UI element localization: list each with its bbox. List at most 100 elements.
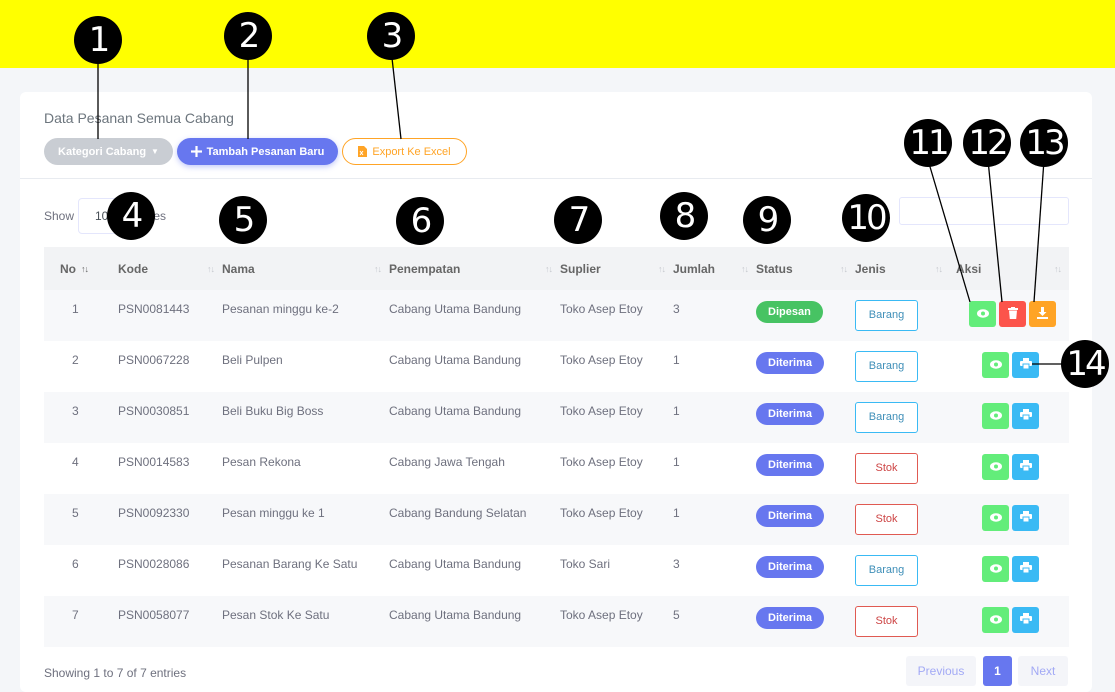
eye-icon bbox=[989, 613, 1002, 627]
cell-no: 2 bbox=[72, 353, 79, 367]
callout-marker: 4 bbox=[107, 192, 155, 240]
cell-penempatan: Cabang Bandung Selatan bbox=[389, 494, 560, 545]
pagination-page-1[interactable]: 1 bbox=[983, 656, 1012, 686]
cell-nama: Beli Buku Big Boss bbox=[222, 392, 389, 443]
print-button[interactable] bbox=[1012, 352, 1039, 378]
cell-jenis: Barang bbox=[855, 392, 950, 443]
eye-icon bbox=[976, 307, 989, 321]
jenis-badge: Barang bbox=[855, 300, 918, 331]
cell-status: Diterima bbox=[756, 443, 855, 494]
column-header-suplier[interactable]: Suplier ↑↓ bbox=[560, 247, 673, 290]
view-button[interactable] bbox=[982, 352, 1009, 378]
print-icon bbox=[1019, 409, 1032, 423]
file-excel-icon bbox=[358, 146, 368, 157]
view-button[interactable] bbox=[982, 454, 1009, 480]
cell-jenis: Stok bbox=[855, 596, 950, 647]
print-button[interactable] bbox=[1012, 454, 1039, 480]
pagination-next[interactable]: Next bbox=[1018, 656, 1068, 686]
search-input[interactable] bbox=[899, 197, 1069, 225]
export-excel-button[interactable]: Export Ke Excel bbox=[342, 138, 467, 165]
status-badge: Diterima bbox=[756, 505, 825, 527]
print-button[interactable] bbox=[1012, 505, 1039, 531]
cell-no: 5 bbox=[44, 494, 118, 545]
status-badge: Diterima bbox=[756, 454, 825, 476]
cell-status: Diterima bbox=[756, 392, 855, 443]
cell-no: 1 bbox=[44, 290, 118, 341]
callout-marker: 14 bbox=[1061, 340, 1109, 388]
show-label: Show bbox=[44, 209, 75, 223]
kategori-cabang-dropdown[interactable]: Kategori Cabang ▼ bbox=[44, 138, 173, 165]
callout-marker: 3 bbox=[367, 12, 415, 60]
status-badge: Diterima bbox=[756, 607, 825, 629]
table-row: 5 PSN0092330 Pesan minggu ke 1 Cabang Bandu… bbox=[44, 494, 1069, 545]
status-badge: Diterima bbox=[756, 556, 825, 578]
cell-jenis: Stok bbox=[855, 494, 950, 545]
column-header-jumlah[interactable]: Jumlah ↑↓ bbox=[673, 247, 756, 290]
cell-no: 7 bbox=[44, 596, 118, 647]
table-header-row: No ↑↓ Kode ↑↓ Nama ↑↓ Penempatan ↑↓ Suplier ↑… bbox=[44, 247, 1069, 290]
download-icon bbox=[1037, 306, 1048, 322]
status-badge: Dipesan bbox=[756, 301, 823, 323]
table-row: 3 PSN0030851 Beli Buku Big Boss Cabang Utam… bbox=[44, 392, 1069, 443]
view-button[interactable] bbox=[982, 505, 1009, 531]
view-button[interactable] bbox=[982, 607, 1009, 633]
callout-marker: 10 bbox=[842, 194, 890, 242]
cell-suplier: Toko Asep Etoy bbox=[560, 353, 643, 367]
column-header-aksi[interactable]: Aksi ↑↓ bbox=[950, 247, 1069, 290]
table-row: 1 PSN0081443 Pesanan minggu ke-2 Cabang Uta… bbox=[44, 290, 1069, 341]
status-badge: Diterima bbox=[756, 403, 825, 425]
cell-aksi bbox=[950, 341, 1069, 392]
jenis-badge: Stok bbox=[855, 453, 918, 484]
pagination-previous[interactable]: Previous bbox=[906, 656, 976, 686]
cell-suplier: Toko Asep Etoy bbox=[560, 494, 673, 545]
sort-icon: ↑↓ bbox=[658, 264, 666, 274]
column-header-status[interactable]: Status ↑↓ bbox=[756, 247, 855, 290]
callout-marker: 11 bbox=[904, 119, 952, 167]
jenis-badge: Barang bbox=[855, 351, 918, 382]
column-header-kode[interactable]: Kode ↑↓ bbox=[118, 247, 222, 290]
sort-icon: ↑↓ bbox=[207, 264, 215, 274]
view-button[interactable] bbox=[982, 556, 1009, 582]
view-button[interactable] bbox=[982, 403, 1009, 429]
print-icon bbox=[1019, 358, 1032, 372]
delete-button[interactable] bbox=[999, 301, 1026, 327]
column-header-nama[interactable]: Nama ↑↓ bbox=[222, 247, 389, 290]
column-header-jenis[interactable]: Jenis ↑↓ bbox=[855, 247, 950, 290]
cell-no: 6 bbox=[72, 557, 79, 571]
cell-penempatan: Cabang Utama Bandung bbox=[389, 596, 560, 647]
cell-no: 4 bbox=[72, 455, 79, 469]
eye-icon bbox=[989, 511, 1002, 525]
print-icon bbox=[1019, 562, 1032, 576]
sort-icon: ↑↓ bbox=[1054, 264, 1062, 274]
download-button[interactable] bbox=[1029, 301, 1056, 327]
cell-aksi bbox=[950, 596, 1069, 647]
cell-status: Diterima bbox=[756, 494, 855, 545]
jenis-badge: Stok bbox=[855, 606, 918, 637]
sort-icon: ↑↓ bbox=[374, 264, 382, 274]
cell-jenis: Stok bbox=[855, 443, 950, 494]
callout-marker: 5 bbox=[219, 196, 267, 244]
tambah-pesanan-button[interactable]: Tambah Pesanan Baru bbox=[177, 138, 338, 165]
cell-penempatan: Cabang Utama Bandung bbox=[389, 290, 560, 341]
print-button[interactable] bbox=[1012, 556, 1039, 582]
eye-icon bbox=[989, 409, 1002, 423]
callout-marker: 13 bbox=[1020, 119, 1068, 167]
eye-icon bbox=[989, 460, 1002, 474]
cell-status: Diterima bbox=[756, 341, 855, 392]
column-header-penempatan[interactable]: Penempatan ↑↓ bbox=[389, 247, 560, 290]
cell-kode: PSN0014583 bbox=[118, 455, 190, 469]
callout-marker: 6 bbox=[396, 197, 444, 245]
cell-nama: Pesanan Barang Ke Satu bbox=[222, 557, 358, 571]
view-button[interactable] bbox=[969, 301, 996, 327]
callout-marker: 1 bbox=[74, 16, 122, 64]
print-button[interactable] bbox=[1012, 403, 1039, 429]
cell-jumlah: 1 bbox=[673, 353, 680, 367]
print-button[interactable] bbox=[1012, 607, 1039, 633]
sort-icon: ↑↓ bbox=[935, 264, 943, 274]
callout-marker: 12 bbox=[963, 119, 1011, 167]
caret-down-icon: ▼ bbox=[151, 147, 159, 156]
cell-aksi bbox=[950, 392, 1069, 443]
orders-table: No ↑↓ Kode ↑↓ Nama ↑↓ Penempatan ↑↓ Suplier ↑… bbox=[44, 247, 1069, 647]
cell-aksi bbox=[950, 494, 1069, 545]
column-header-no[interactable]: No ↑↓ bbox=[44, 247, 118, 290]
